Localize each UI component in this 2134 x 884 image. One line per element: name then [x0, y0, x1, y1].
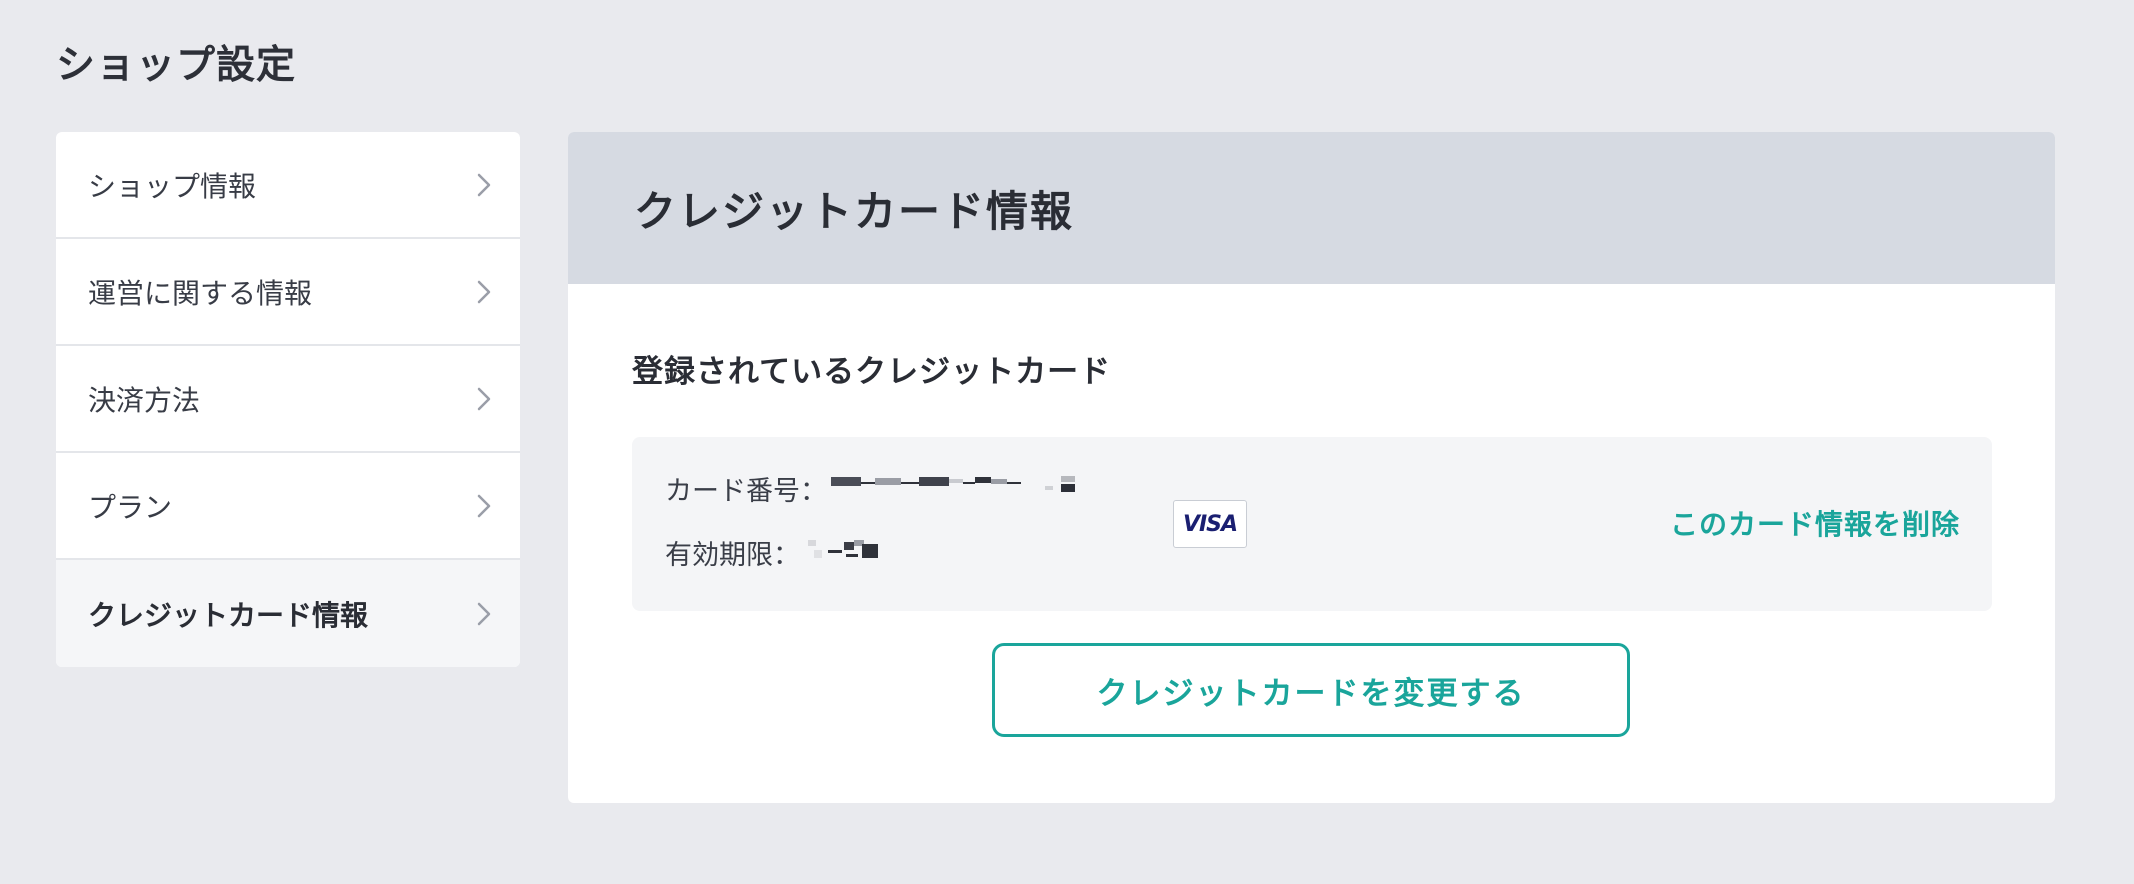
visa-logo-icon: VISA — [1173, 500, 1247, 548]
page-title: ショップ設定 — [56, 43, 297, 88]
sidebar-item-plan[interactable]: プラン — [56, 453, 520, 560]
card-number-label: カード番号： — [665, 476, 827, 507]
sidebar-item-label: クレジットカード情報 — [88, 598, 369, 632]
card-number-masked — [831, 472, 1081, 505]
card-expiry-label: 有効期限： — [665, 540, 800, 571]
sidebar-item-payment-method[interactable]: 決済方法 — [56, 346, 520, 453]
settings-sidebar: ショップ情報 運営に関する情報 決済方法 プラン クレジットカード情報 — [56, 132, 520, 667]
change-credit-card-button[interactable]: クレジットカードを変更する — [992, 643, 1630, 737]
delete-card-link[interactable]: このカード情報を削除 — [1670, 503, 1960, 543]
sidebar-item-label: ショップ情報 — [88, 169, 257, 203]
sidebar-item-label: プラン — [88, 490, 173, 524]
registered-card: カード番号： VISA 有効期限： このカード情報を削除 — [632, 437, 1992, 611]
chevron-right-icon — [470, 600, 498, 628]
credit-card-panel: クレジットカード情報 登録されているクレジットカード カード番号： VISA 有… — [568, 132, 2055, 803]
chevron-right-icon — [470, 278, 498, 306]
sidebar-item-label: 運営に関する情報 — [88, 276, 313, 310]
panel-title: クレジットカード情報 — [634, 186, 1075, 236]
panel-header: クレジットカード情報 — [568, 132, 2055, 284]
card-expiry-masked — [804, 536, 894, 569]
card-number-row: カード番号： VISA — [665, 469, 1247, 548]
sidebar-item-shop-info[interactable]: ショップ情報 — [56, 132, 520, 239]
chevron-right-icon — [470, 171, 498, 199]
card-expiry-row: 有効期限： — [665, 533, 894, 572]
sidebar-item-credit-card-info[interactable]: クレジットカード情報 — [56, 560, 520, 667]
chevron-right-icon — [470, 492, 498, 520]
sidebar-item-label: 決済方法 — [88, 383, 201, 417]
sidebar-item-operation-info[interactable]: 運営に関する情報 — [56, 239, 520, 346]
chevron-right-icon — [470, 385, 498, 413]
section-title: 登録されているクレジットカード — [632, 354, 1112, 390]
